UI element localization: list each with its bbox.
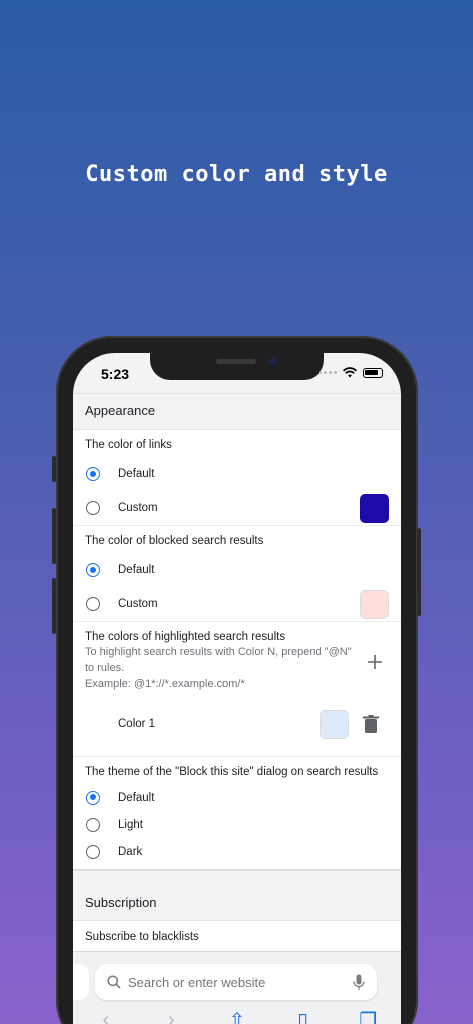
subscribe-blacklists-label[interactable]: Subscribe to blacklists	[85, 931, 389, 943]
promo-headline: Custom color and style	[85, 162, 388, 187]
phone-silent-switch	[52, 456, 56, 482]
phone-power-button	[417, 528, 421, 616]
blocked-color-swatch[interactable]	[360, 589, 389, 619]
subscription-section-title: Subscription	[73, 870, 401, 920]
theme-default-radio[interactable]	[86, 790, 100, 805]
highlight-description: To highlight search results with Color N…	[85, 646, 352, 674]
links-default-option[interactable]: Default	[85, 457, 389, 491]
highlight-text: The colors of highlighted search results…	[85, 622, 361, 692]
blocked-color-group: The color of blocked search results Defa…	[73, 526, 401, 622]
bookmarks-icon[interactable]: ▯	[289, 1008, 317, 1024]
theme-dark-radio[interactable]	[86, 844, 100, 859]
blocked-default-radio[interactable]	[86, 563, 100, 577]
trash-icon[interactable]	[363, 715, 379, 733]
add-color-button[interactable]	[361, 632, 389, 692]
blocked-default-label: Default	[118, 564, 155, 576]
blocked-custom-label: Custom	[118, 598, 158, 610]
signal-dots-icon	[319, 371, 337, 374]
links-default-radio[interactable]	[86, 467, 100, 481]
theme-default-option[interactable]: Default	[85, 784, 389, 811]
highlight-color-swatch[interactable]	[320, 709, 349, 739]
appearance-card: The color of links Default Custom The co…	[73, 429, 401, 870]
links-color-title: The color of links	[85, 439, 172, 451]
phone-volume-up	[52, 508, 56, 564]
tabs-icon[interactable]: ❐	[354, 1008, 382, 1024]
blocked-custom-option[interactable]: Custom	[85, 587, 389, 621]
status-time: 5:23	[101, 366, 130, 382]
front-camera	[268, 357, 277, 366]
highlight-color-label: Color 1	[118, 718, 156, 730]
notch	[150, 353, 324, 380]
highlight-colors-group: The colors of highlighted search results…	[73, 622, 401, 757]
theme-dark-option[interactable]: Dark	[85, 838, 389, 865]
theme-light-label: Light	[118, 818, 143, 831]
theme-default-label: Default	[118, 791, 155, 804]
highlight-example: Example: @1*://*.example.com/*	[85, 678, 245, 690]
wifi-icon	[343, 367, 357, 378]
battery-icon	[363, 367, 383, 378]
blocked-color-title: The color of blocked search results	[85, 535, 264, 547]
browser-toolbar: ‹ › ⇧ ▯ ❐	[73, 951, 401, 1024]
blocked-default-option[interactable]: Default	[85, 553, 389, 587]
address-input[interactable]	[128, 974, 353, 990]
settings-content: Appearance The color of links Default Cu…	[73, 393, 401, 960]
status-icons	[319, 367, 383, 378]
highlight-header: The colors of highlighted search results…	[85, 622, 389, 692]
search-icon	[107, 975, 121, 989]
theme-light-radio[interactable]	[86, 817, 100, 832]
dialog-theme-title: The theme of the "Block this site" dialo…	[85, 766, 379, 778]
address-bar[interactable]	[95, 964, 377, 1000]
phone-screen: 5:23 Appearance The color of links Defau…	[73, 353, 401, 1024]
appearance-section-title: Appearance	[73, 393, 401, 429]
links-custom-radio[interactable]	[86, 501, 100, 515]
links-custom-label: Custom	[118, 502, 158, 514]
dialog-theme-group: The theme of the "Block this site" dialo…	[73, 757, 401, 869]
highlight-color-row: Color 1	[85, 692, 389, 756]
blocked-custom-radio[interactable]	[86, 597, 100, 611]
browser-nav-buttons: ‹ › ⇧ ▯ ❐	[73, 1008, 401, 1024]
speaker	[216, 359, 256, 364]
theme-light-option[interactable]: Light	[85, 811, 389, 838]
back-chevron-icon[interactable]: ‹	[92, 1009, 120, 1024]
links-default-label: Default	[118, 468, 155, 480]
links-color-swatch[interactable]	[360, 493, 389, 523]
phone-volume-down	[52, 578, 56, 634]
forward-chevron-icon[interactable]: ›	[157, 1009, 185, 1024]
microphone-icon[interactable]	[353, 974, 365, 990]
links-custom-option[interactable]: Custom	[85, 491, 389, 525]
theme-dark-label: Dark	[118, 845, 143, 858]
links-color-group: The color of links Default Custom	[73, 430, 401, 526]
previous-tab-preview[interactable]	[73, 964, 89, 1000]
plus-icon	[368, 655, 382, 669]
share-icon[interactable]: ⇧	[223, 1008, 251, 1024]
highlight-title: The colors of highlighted search results	[85, 631, 286, 643]
